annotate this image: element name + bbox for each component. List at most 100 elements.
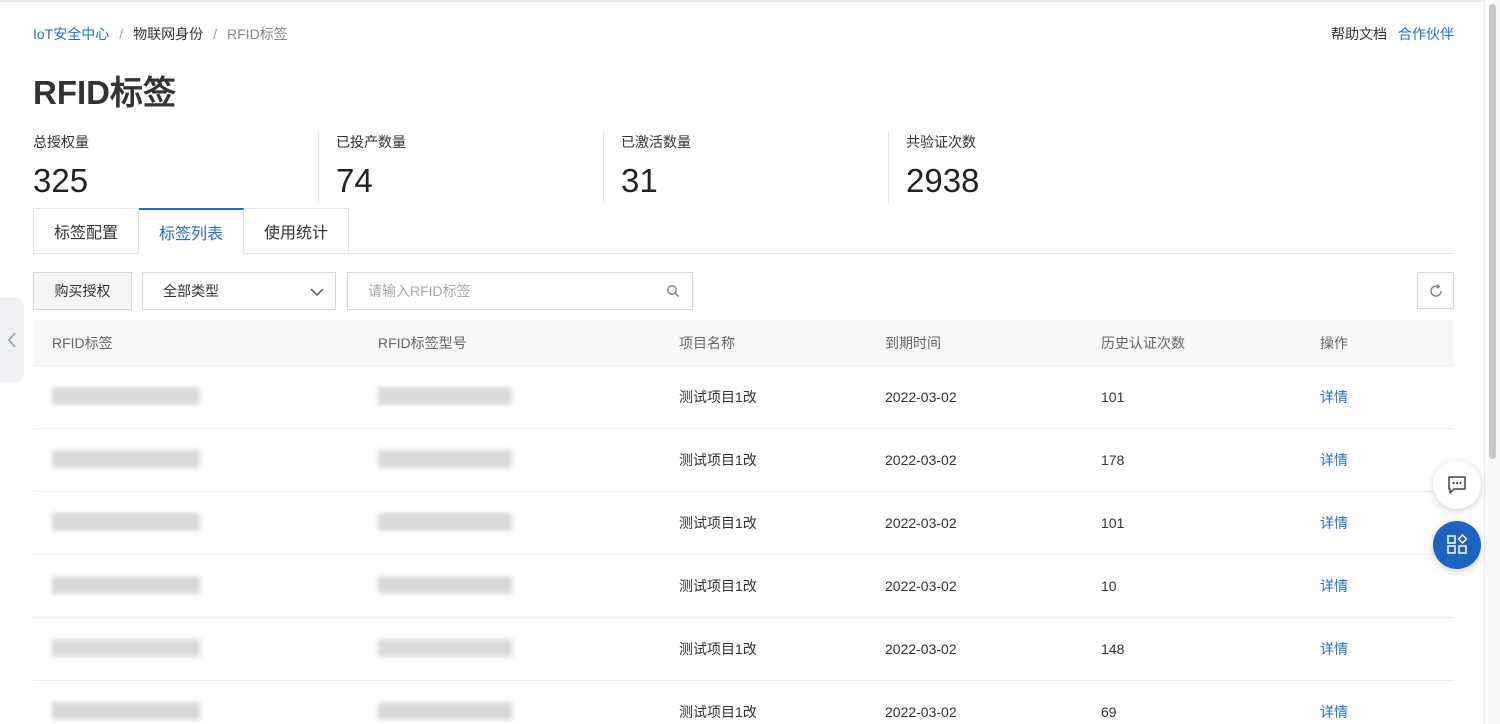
rfid-tag-cell	[33, 638, 359, 660]
column-header: 操作	[1320, 334, 1348, 351]
expire-cell: 2022-03-02	[885, 452, 957, 468]
detail-link[interactable]: 详情	[1320, 452, 1348, 468]
rfid-model-cell	[359, 449, 659, 471]
breadcrumb-current: RFID标签	[227, 26, 288, 42]
column-header: 到期时间	[885, 334, 941, 351]
expire-cell: 2022-03-02	[885, 389, 957, 405]
masked-value	[52, 575, 200, 594]
masked-value	[378, 386, 512, 405]
refresh-button[interactable]	[1417, 272, 1454, 309]
detail-link[interactable]: 详情	[1320, 641, 1348, 657]
sidebar-collapse-handle[interactable]	[0, 298, 24, 382]
masked-value	[378, 449, 512, 468]
type-select[interactable]: 全部类型	[142, 272, 336, 310]
detail-link[interactable]: 详情	[1320, 704, 1348, 720]
project-cell: 测试项目1改	[679, 515, 757, 531]
rfid-tag-cell	[33, 386, 359, 408]
project-cell: 测试项目1改	[679, 452, 757, 468]
help-docs-link[interactable]: 帮助文档	[1331, 24, 1387, 44]
expire-cell: 2022-03-02	[885, 515, 957, 531]
tab-bar: 标签配置 标签列表 使用统计	[33, 208, 1454, 255]
breadcrumb-separator: /	[119, 26, 124, 42]
auth-count-cell: 148	[1101, 641, 1125, 657]
stat-value: 325	[33, 162, 89, 199]
breadcrumb: IoT安全中心 / 物联网身份 / RFID标签	[33, 24, 288, 44]
apps-icon	[1447, 533, 1468, 554]
scrollbar-thumb[interactable]	[1489, 4, 1496, 459]
chat-button[interactable]	[1433, 461, 1481, 509]
buy-license-button[interactable]: 购买授权	[33, 272, 132, 310]
tab-usage-stats[interactable]: 使用统计	[244, 208, 350, 254]
search-icon[interactable]	[666, 284, 680, 298]
chat-icon	[1448, 476, 1466, 494]
rfid-model-cell	[359, 701, 659, 723]
detail-link[interactable]: 详情	[1320, 389, 1348, 405]
masked-value	[52, 449, 200, 468]
tab-tag-list[interactable]: 标签列表	[139, 208, 245, 255]
auth-count-cell: 10	[1101, 578, 1117, 594]
chevron-left-icon	[7, 332, 16, 348]
table-row: 测试项目1改 2022-03-02 101 详情	[33, 492, 1454, 555]
stat-verifications: 共验证次数 2938	[888, 131, 1173, 203]
rfid-tag-cell	[33, 575, 359, 597]
masked-value	[378, 575, 512, 594]
stat-value: 31	[621, 162, 658, 199]
type-select-value: 全部类型	[163, 283, 219, 299]
expire-cell: 2022-03-02	[885, 704, 957, 720]
stat-value: 2938	[906, 162, 980, 199]
masked-value	[52, 512, 200, 531]
auth-count-cell: 101	[1101, 515, 1125, 531]
breadcrumb-iot-identity[interactable]: 物联网身份	[133, 24, 203, 44]
toolbar: 购买授权 全部类型	[33, 272, 1454, 310]
breadcrumb-iot-center[interactable]: IoT安全中心	[33, 24, 109, 44]
stats-panel: 总授权量 325 已投产数量 74 已激活数量 31 共验证次数 2938	[33, 131, 1173, 203]
auth-count-cell: 69	[1101, 704, 1117, 720]
chevron-down-icon	[310, 288, 324, 297]
rfid-tag-cell	[33, 449, 359, 471]
column-header: 项目名称	[679, 334, 735, 351]
project-cell: 测试项目1改	[679, 704, 757, 720]
stat-label: 共验证次数	[906, 134, 976, 150]
detail-link[interactable]: 详情	[1320, 515, 1348, 531]
apps-button[interactable]	[1433, 521, 1481, 569]
auth-count-cell: 101	[1101, 389, 1125, 405]
stat-label: 已投产数量	[336, 134, 406, 150]
table-header: RFID标签 RFID标签型号 项目名称 到期时间 历史认证次数 操作	[33, 320, 1454, 366]
rfid-model-cell	[359, 638, 659, 660]
expire-cell: 2022-03-02	[885, 578, 957, 594]
column-header: 历史认证次数	[1101, 334, 1185, 351]
rfid-model-cell	[359, 386, 659, 408]
table-row: 测试项目1改 2022-03-02 69 详情	[33, 681, 1454, 724]
auth-count-cell: 178	[1101, 452, 1125, 468]
tab-tag-config[interactable]: 标签配置	[33, 208, 140, 254]
rfid-model-cell	[359, 575, 659, 597]
detail-link[interactable]: 详情	[1320, 578, 1348, 594]
table-row: 测试项目1改 2022-03-02 10 详情	[33, 555, 1454, 618]
project-cell: 测试项目1改	[679, 578, 757, 594]
masked-value	[52, 701, 200, 720]
stat-label: 总授权量	[33, 134, 89, 150]
stat-activated: 已激活数量 31	[603, 131, 888, 203]
rfid-table: RFID标签 RFID标签型号 项目名称 到期时间 历史认证次数 操作 测试项目…	[33, 320, 1454, 724]
partner-link[interactable]: 合作伙伴	[1398, 24, 1454, 44]
project-cell: 测试项目1改	[679, 389, 757, 405]
table-row: 测试项目1改 2022-03-02 101 详情	[33, 366, 1454, 429]
table-row: 测试项目1改 2022-03-02 178 详情	[33, 429, 1454, 492]
rfid-tag-cell	[33, 701, 359, 723]
column-header: RFID标签型号	[378, 334, 467, 351]
masked-value	[378, 701, 512, 720]
rfid-model-cell	[359, 512, 659, 534]
stat-value: 74	[336, 162, 373, 199]
search-input[interactable]	[348, 273, 648, 309]
masked-value	[52, 638, 200, 657]
project-cell: 测试项目1改	[679, 641, 757, 657]
breadcrumb-separator: /	[213, 26, 218, 42]
table-row: 测试项目1改 2022-03-02 148 详情	[33, 618, 1454, 681]
stat-total-authorized: 总授权量 325	[33, 131, 318, 203]
page-title: RFID标签	[33, 74, 176, 111]
column-header: RFID标签	[52, 334, 113, 351]
search-box	[347, 272, 693, 310]
refresh-icon	[1429, 283, 1442, 297]
stat-in-production: 已投产数量 74	[318, 131, 603, 203]
masked-value	[378, 638, 512, 657]
